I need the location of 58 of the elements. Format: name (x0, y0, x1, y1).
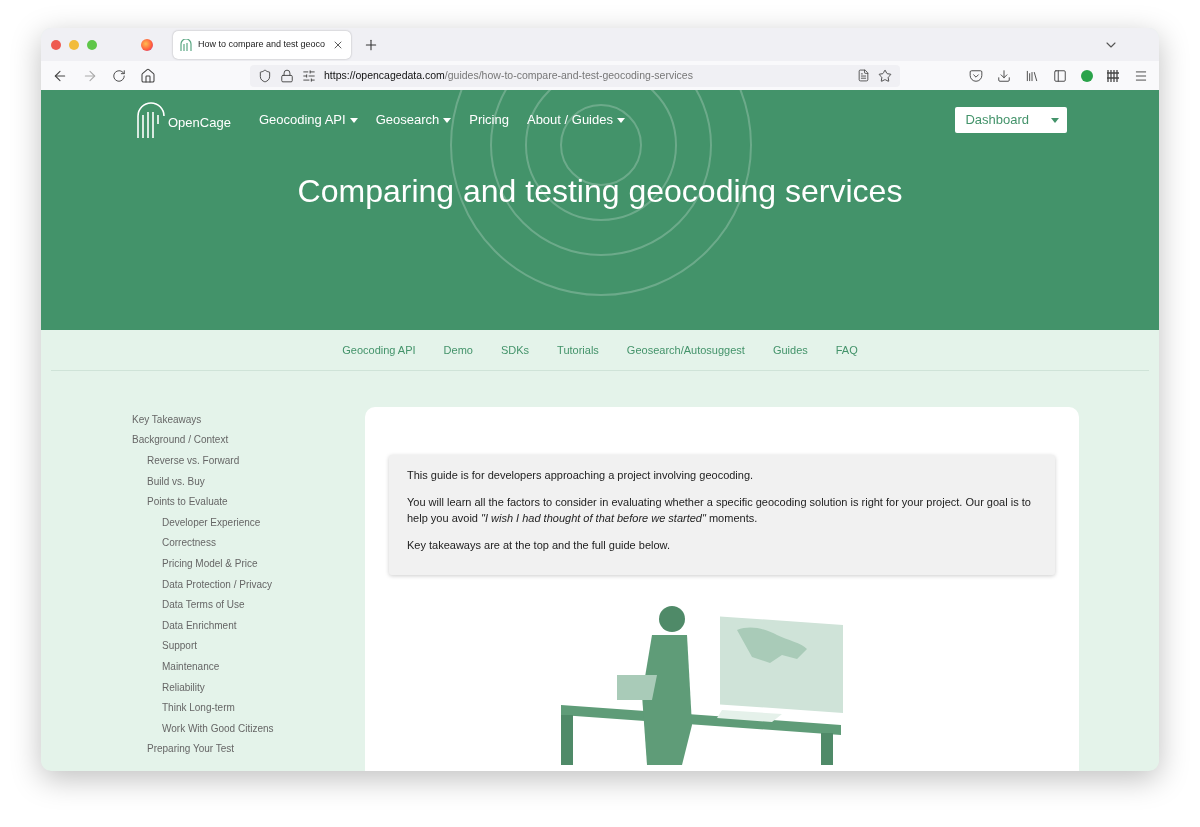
extension-icon[interactable] (1081, 69, 1093, 82)
nav-link[interactable]: Geocoding API (258, 110, 358, 130)
nav-link[interactable]: About / Guides (526, 110, 625, 130)
toc-link[interactable]: Data Terms of Use (162, 597, 245, 613)
site-favicon-icon (180, 38, 192, 51)
intro-paragraph: Key takeaways are at the top and the full guide below. (407, 538, 671, 553)
address-bar[interactable]: https://opencagedata.com/guides/how-to-compare-and-test-geocoding-services (250, 64, 900, 87)
toc-link[interactable]: Data Protection / Privacy (162, 576, 273, 592)
toc-link[interactable]: Maintenance (162, 658, 220, 674)
browser-tab[interactable]: How to compare and test geoco (173, 30, 351, 59)
toc-link[interactable]: Build vs. Buy (147, 473, 205, 489)
intro-paragraph: You will learn all the factors to consider in evaluating whether a specific geocoding solution is right for your project. Our goal is to help you avoid "I wish I had thought of that before we started" moments. (407, 495, 1032, 526)
downloads-icon[interactable] (997, 68, 1011, 83)
url-text: https://opencagedata.com/guides/how-to-compare-and-test-geocoding-services (324, 67, 693, 83)
permissions-icon[interactable] (302, 68, 316, 83)
subnav-link[interactable]: Guides (772, 341, 808, 359)
shield-icon[interactable] (258, 68, 272, 83)
dashboard-button[interactable]: Dashboard (955, 107, 1067, 133)
subnav-link[interactable]: FAQ (835, 341, 858, 359)
subnav-link[interactable]: Tutorials (557, 341, 599, 359)
bookmark-star-icon[interactable] (878, 68, 892, 83)
reload-icon[interactable] (112, 68, 126, 83)
browser-logo-icon (141, 38, 153, 51)
page-title: Comparing and testing geocoding services (296, 172, 904, 211)
home-icon[interactable] (140, 67, 156, 84)
subnav-link[interactable]: Geocoding API (342, 341, 416, 359)
intro-paragraph: This guide is for developers approaching a project involving geocoding. (407, 468, 755, 483)
toc-link[interactable]: Points to Evaluate (147, 494, 228, 510)
caret-icon (1051, 117, 1059, 123)
toc-link[interactable]: Data Enrichment (162, 617, 237, 633)
nav-link[interactable]: Geosearch (375, 110, 452, 130)
nav-link[interactable]: Pricing (469, 110, 509, 130)
toc-link[interactable]: Pricing Model & Price (162, 555, 258, 571)
toc-link[interactable]: Key Takeaways (132, 411, 202, 427)
menu-icon[interactable] (1134, 68, 1148, 83)
subnav-link[interactable]: Demo (443, 341, 473, 359)
toc-link[interactable]: Preparing Your Test (147, 741, 235, 757)
subnav-link[interactable]: Geosearch/Autosuggest (626, 341, 745, 359)
toc-link[interactable]: Support (162, 638, 198, 654)
subnav-link[interactable]: SDKs (500, 341, 530, 359)
library-icon[interactable] (1025, 68, 1039, 83)
close-window-icon[interactable] (51, 39, 61, 50)
logo-cage-icon (136, 102, 166, 138)
toc-link[interactable]: Think Long-term (162, 700, 235, 716)
sidebar-icon[interactable] (1053, 68, 1067, 83)
toc-link[interactable]: Reliability (162, 679, 205, 695)
logo-text: OpenCage (168, 113, 231, 132)
pocket-icon[interactable] (969, 68, 983, 83)
toc-link[interactable]: Correctness (162, 535, 216, 551)
toc-link[interactable]: Work With Good Citizens (162, 720, 274, 736)
lock-icon[interactable] (280, 68, 294, 83)
reader-view-icon[interactable] (857, 69, 870, 82)
toc-link[interactable]: Background / Context (132, 432, 229, 448)
toc-link[interactable]: Developer Experience (162, 514, 261, 530)
toc-link[interactable]: Reverse vs. Forward (147, 453, 240, 468)
extension-bars-icon[interactable] (1107, 69, 1120, 82)
opencage-logo[interactable]: OpenCage (136, 102, 231, 138)
tab-title: How to compare and test geoco (198, 37, 326, 51)
